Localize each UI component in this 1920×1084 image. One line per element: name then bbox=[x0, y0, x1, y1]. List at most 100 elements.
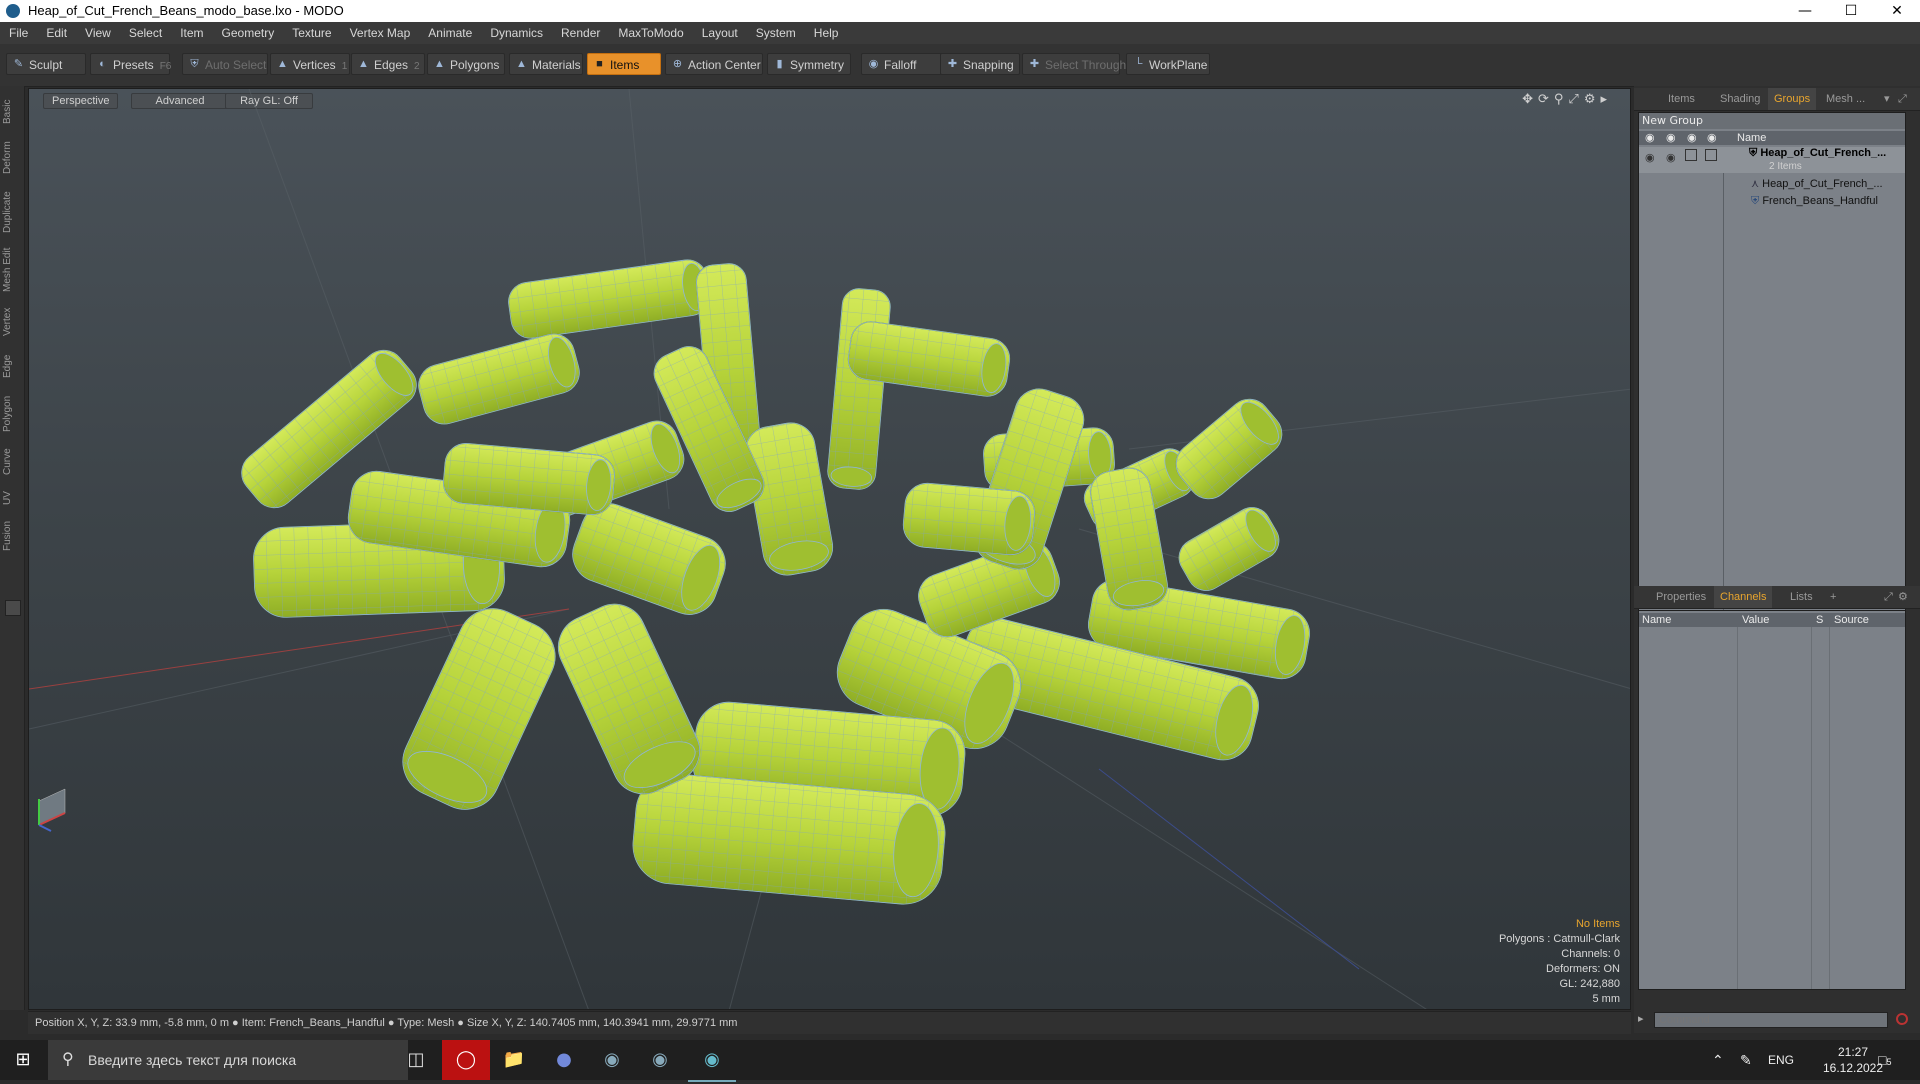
add-tab-button[interactable]: + bbox=[1824, 586, 1842, 608]
presets-button[interactable]: ◐ Presets F6 bbox=[90, 53, 171, 75]
select-through-button[interactable]: ✚ Select Through bbox=[1022, 53, 1126, 75]
modo-taskbar-icon[interactable]: ◉ bbox=[688, 1040, 736, 1082]
group-name: ⛨ Heap_of_Cut_French_... bbox=[1749, 147, 1887, 159]
tab-mesh-edit[interactable]: Mesh Edit bbox=[2, 244, 22, 296]
minimize-button[interactable]: — bbox=[1782, 0, 1828, 22]
opera-icon[interactable]: ◯ bbox=[442, 1040, 490, 1080]
windows-start-icon[interactable]: ⊞ bbox=[0, 1040, 46, 1080]
menu-texture[interactable]: Texture bbox=[283, 22, 340, 44]
tray-chevron-icon[interactable]: ⌃ bbox=[1712, 1040, 1724, 1080]
maximize-button[interactable]: ☐ bbox=[1828, 0, 1874, 22]
polygons-info: Polygons : Catmull-Clark bbox=[1498, 933, 1620, 945]
channels-info: Channels: 0 bbox=[1561, 948, 1620, 960]
tree-item-locator[interactable]: ⋏ Heap_of_Cut_French_... bbox=[1751, 177, 1883, 190]
menu-view[interactable]: View bbox=[76, 22, 120, 44]
channel-source-col: Source bbox=[1834, 614, 1869, 626]
pen-icon[interactable]: ✎ bbox=[1740, 1040, 1752, 1080]
command-input[interactable] bbox=[1654, 1012, 1888, 1028]
snap-icon: ✚ bbox=[947, 58, 958, 70]
edges-button[interactable]: ▲ Edges 2 bbox=[351, 53, 425, 75]
menu-dynamics[interactable]: Dynamics bbox=[481, 22, 552, 44]
channel-s-col: S bbox=[1816, 614, 1824, 626]
properties-panel-tabs: Properties Channels Lists + ⤢ ⚙ bbox=[1634, 586, 1920, 609]
tab-items[interactable]: Items bbox=[1662, 88, 1701, 110]
close-button[interactable]: ✕ bbox=[1874, 0, 1920, 22]
tab-basic[interactable]: Basic bbox=[2, 94, 22, 130]
viewport-info: No Items Polygons : Catmull-Clark Channe… bbox=[1499, 917, 1620, 1007]
symmetry-button[interactable]: ▮ Symmetry bbox=[767, 53, 851, 75]
snapping-button[interactable]: ✚ Snapping bbox=[940, 53, 1020, 75]
taskbar-search[interactable]: ⚲ Введите здесь текст для поиска bbox=[48, 1040, 408, 1080]
notifications-icon[interactable]: □5 bbox=[1878, 1040, 1891, 1080]
record-icon[interactable] bbox=[1896, 1013, 1908, 1025]
sculpt-button[interactable]: ✎ Sculpt bbox=[6, 53, 86, 75]
menu-file[interactable]: File bbox=[0, 22, 37, 44]
tree-item-mesh[interactable]: ⛨ French_Beans_Handful bbox=[1751, 195, 1878, 208]
falloff-button[interactable]: ◉ Falloff bbox=[861, 53, 943, 75]
no-items-label: No Items bbox=[1575, 918, 1620, 930]
menu-edit[interactable]: Edit bbox=[37, 22, 76, 44]
auto-select-button[interactable]: ⛨ Auto Select bbox=[182, 53, 268, 75]
group-row[interactable]: ◉ ◉ ⛨ Heap_of_Cut_French_... 2 Items bbox=[1639, 147, 1905, 173]
deformers-info: Deformers: ON bbox=[1546, 963, 1620, 975]
tab-duplicate[interactable]: Duplicate bbox=[2, 186, 22, 238]
menu-geometry[interactable]: Geometry bbox=[213, 22, 284, 44]
edge-icon: ▲ bbox=[358, 58, 369, 70]
3d-viewport[interactable]: Perspective Advanced Ray GL: Off ✥⟳⚲⤢⚙▸ bbox=[28, 88, 1631, 1010]
workplane-button[interactable]: └ WorkPlane bbox=[1126, 53, 1210, 75]
menu-maxtomodo[interactable]: MaxToModo bbox=[609, 22, 692, 44]
tab-uv[interactable]: UV bbox=[2, 486, 22, 510]
tab-vertex[interactable]: Vertex bbox=[2, 302, 22, 342]
expand-icon[interactable]: ⤢ bbox=[1892, 88, 1913, 110]
items-button[interactable]: ■ Items bbox=[587, 53, 661, 75]
search-icon: ⚲ bbox=[62, 1051, 74, 1068]
tab-shading[interactable]: Shading bbox=[1714, 88, 1766, 110]
modo-app-icon bbox=[6, 4, 20, 18]
channels-list[interactable]: Name Value S Source bbox=[1638, 610, 1906, 990]
tab-channels[interactable]: Channels bbox=[1714, 586, 1773, 608]
menu-animate[interactable]: Animate bbox=[419, 22, 481, 44]
menu-select[interactable]: Select bbox=[120, 22, 171, 44]
tab-edge[interactable]: Edge bbox=[2, 348, 22, 384]
tab-curve[interactable]: Curve bbox=[2, 444, 22, 480]
title-bar: Heap_of_Cut_French_Beans_modo_base.lxo -… bbox=[0, 0, 1920, 22]
select-through-icon: ✚ bbox=[1029, 58, 1040, 70]
tab-fusion[interactable]: Fusion bbox=[2, 516, 22, 556]
menu-item[interactable]: Item bbox=[171, 22, 212, 44]
visibility-toggle[interactable]: ◉ bbox=[1645, 151, 1655, 164]
crosshair-icon: ⊕ bbox=[672, 58, 683, 70]
menu-help[interactable]: Help bbox=[805, 22, 848, 44]
scale-info: 5 mm bbox=[1592, 993, 1621, 1005]
vertices-button[interactable]: ▲ Vertices 1 bbox=[270, 53, 350, 75]
lock-icon: ◉ bbox=[1687, 132, 1697, 144]
collapse-toggle[interactable] bbox=[5, 600, 21, 616]
tab-deform[interactable]: Deform bbox=[2, 136, 22, 180]
menu-vertex-map[interactable]: Vertex Map bbox=[341, 22, 420, 44]
lock-checkbox[interactable] bbox=[1685, 149, 1697, 161]
main-toolbar: ✎ Sculpt ◐ Presets F6 ⛨ Auto Select ▲ Vertice… bbox=[0, 44, 1920, 87]
tab-lists[interactable]: Lists bbox=[1784, 586, 1819, 608]
tab-properties[interactable]: Properties bbox=[1650, 586, 1712, 608]
task-view-icon[interactable]: ◫ bbox=[392, 1040, 440, 1080]
render-toggle[interactable]: ◉ bbox=[1666, 151, 1676, 164]
tab-polygon[interactable]: Polygon bbox=[2, 390, 22, 438]
groups-list[interactable]: New Group ◉ ◉ ◉ ◉ Name ◉ ◉ ⛨ Heap_of_Cut… bbox=[1638, 112, 1906, 668]
select-checkbox[interactable] bbox=[1705, 149, 1717, 161]
discord-icon[interactable]: ● bbox=[540, 1040, 588, 1080]
app-icon-1[interactable]: ◉ bbox=[588, 1040, 636, 1080]
file-explorer-icon[interactable]: 📁 bbox=[490, 1040, 538, 1080]
materials-button[interactable]: ▲ Materials bbox=[509, 53, 583, 75]
app-icon-2[interactable]: ◉ bbox=[636, 1040, 684, 1080]
tab-groups[interactable]: Groups bbox=[1768, 88, 1817, 110]
bean-piece bbox=[902, 482, 1036, 556]
eye-icon: ◉ bbox=[1645, 132, 1655, 144]
menu-render[interactable]: Render bbox=[552, 22, 609, 44]
menu-layout[interactable]: Layout bbox=[693, 22, 747, 44]
gear-icon[interactable]: ⚙ bbox=[1892, 586, 1914, 608]
tab-mesh[interactable]: Mesh ... bbox=[1820, 88, 1871, 110]
action-center-button[interactable]: ⊕ Action Center bbox=[665, 53, 763, 75]
polygons-button[interactable]: ▲ Polygons bbox=[427, 53, 505, 75]
menu-system[interactable]: System bbox=[747, 22, 805, 44]
new-group-button[interactable]: New Group bbox=[1639, 113, 1905, 129]
language-indicator[interactable]: ENG bbox=[1768, 1040, 1794, 1080]
